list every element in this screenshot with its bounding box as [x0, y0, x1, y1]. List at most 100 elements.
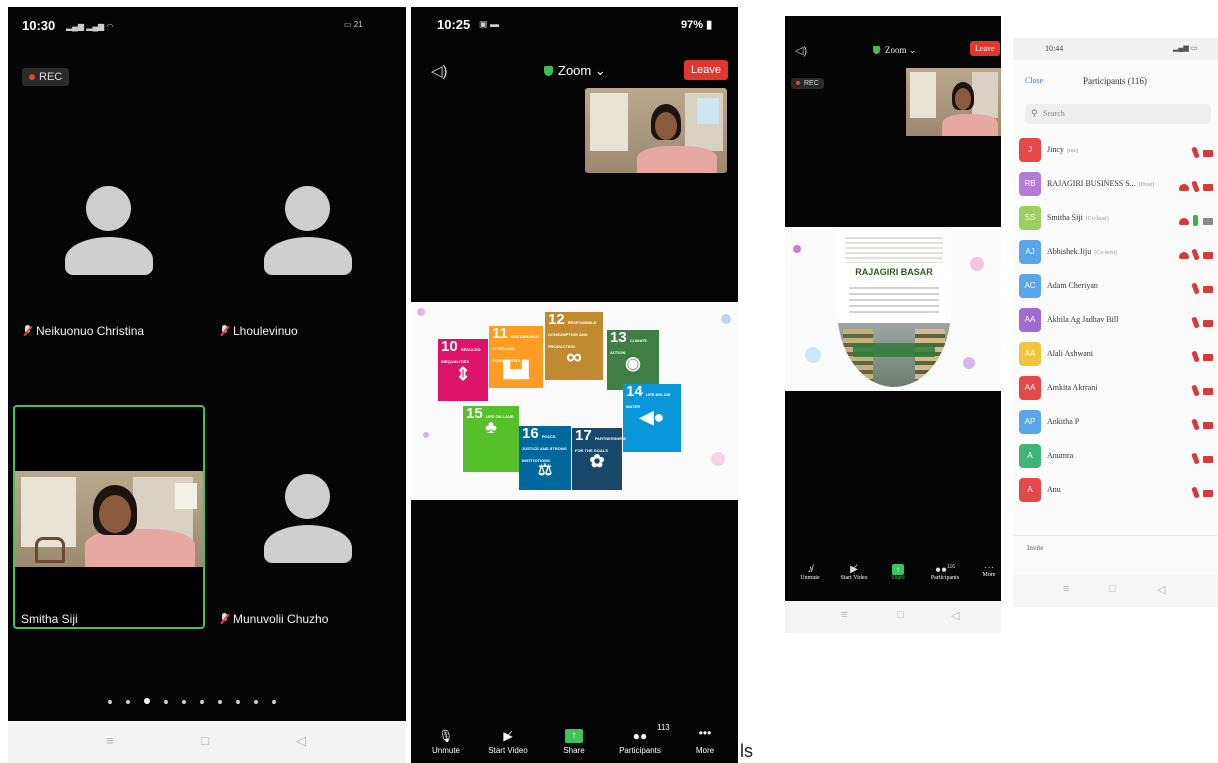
participant-name: Lhoulevinuo	[233, 324, 298, 338]
flower-icon: ✿	[589, 451, 605, 471]
participant-name: Munuvolii Chuzho	[233, 612, 329, 626]
eye-globe-icon: ◉	[625, 353, 641, 373]
self-video-thumbnail[interactable]	[906, 68, 1001, 136]
mic-muted-icon[interactable]	[1191, 282, 1200, 295]
unmute-button[interactable]: ♪̸ Unmute	[793, 564, 827, 581]
participant-video	[15, 471, 203, 567]
page-indicator[interactable]	[101, 691, 283, 709]
page-dot-active[interactable]	[144, 698, 150, 704]
page-dot[interactable]	[236, 700, 240, 704]
search-input[interactable]: ⚲ Search	[1025, 104, 1211, 124]
start-video-button[interactable]: ▶̸ Start Video	[835, 564, 873, 581]
participant-avatar: AJ	[1019, 240, 1041, 264]
mic-on-icon[interactable]	[1193, 215, 1198, 226]
mic-muted-icon[interactable]	[1191, 180, 1200, 193]
page-dot[interactable]	[182, 700, 186, 704]
battery-icon: ▭ 21	[344, 20, 363, 29]
more-icon: •••	[698, 726, 712, 740]
participant-tile-1[interactable]: Neikuonuo Christina	[13, 127, 203, 357]
participants-button[interactable]: ●● 113 Participants	[611, 723, 670, 755]
mic-muted-icon[interactable]	[1191, 350, 1200, 363]
participant-role-tag: (Co-host)	[1094, 250, 1118, 256]
participants-button[interactable]: ●●116 Participants	[923, 564, 967, 581]
invite-button[interactable]: Invite	[1027, 544, 1043, 552]
meeting-info-dropdown[interactable]: Zoom ⌄	[544, 63, 606, 79]
participant-row[interactable]: AA Amkita Akrrani	[1017, 374, 1215, 404]
leave-button[interactable]: Leave	[684, 60, 728, 80]
share-button[interactable]: ↑ Share	[883, 564, 913, 581]
avatar-placeholder-icon	[86, 186, 131, 231]
share-button[interactable]: ↑ Share	[551, 729, 597, 755]
sdg-number: 17	[575, 427, 592, 444]
avatar-body-icon	[264, 525, 352, 563]
back-icon[interactable]: ◁	[296, 733, 306, 749]
participant-avatar: J	[1019, 138, 1041, 162]
mic-muted-icon	[220, 613, 229, 624]
participant-role-tag: (Co-host)	[1085, 216, 1109, 222]
shared-screen-sdg-slide: 10 REDUCED INEQUALITIES ⇕ 11 SUSTAINABLE CI…	[411, 302, 738, 500]
reduced-inequalities-icon: ⇕	[455, 364, 471, 384]
participant-row[interactable]: AJ Abhishek Jiju (Co-host)	[1017, 238, 1215, 268]
recent-apps-icon[interactable]: ≡	[841, 609, 847, 621]
speaker-icon[interactable]: ◁)	[431, 62, 448, 80]
participant-row[interactable]: AA Alali Ashwani	[1017, 340, 1215, 370]
close-button[interactable]: Close	[1025, 76, 1043, 85]
mic-muted-icon[interactable]	[1191, 418, 1200, 431]
self-video-thumbnail[interactable]	[585, 88, 727, 173]
participant-row[interactable]: A Anu	[1017, 476, 1215, 506]
more-button[interactable]: ··· More	[977, 563, 1001, 579]
home-icon[interactable]: □	[1109, 583, 1116, 595]
page-dot[interactable]	[272, 700, 276, 704]
participant-tile-3-active-speaker[interactable]: Smitha Siji	[13, 405, 205, 629]
back-icon[interactable]: ◁	[1157, 583, 1165, 596]
leave-button[interactable]: Leave	[970, 41, 1000, 56]
mic-muted-icon[interactable]	[1191, 452, 1200, 465]
participant-row[interactable]: RB RAJAGIRI BUSINESS S... (Host)	[1017, 170, 1215, 200]
page-dot[interactable]	[218, 700, 222, 704]
participant-row[interactable]: AA Akhila Ag Jadhav Bill	[1017, 306, 1215, 336]
page-dot[interactable]	[126, 700, 130, 704]
mic-muted-icon[interactable]	[1191, 316, 1200, 329]
meeting-info-dropdown[interactable]: Zoom ⌄	[873, 45, 916, 56]
participant-row[interactable]: AC Adam Cheriyan	[1017, 272, 1215, 302]
calendar-on-wall	[175, 483, 197, 509]
mic-muted-icon[interactable]	[1191, 486, 1200, 499]
participant-name: Ankitha P	[1047, 417, 1080, 426]
shield-icon	[873, 46, 880, 54]
more-button[interactable]: ••• More	[685, 726, 725, 755]
rec-badge: REC	[22, 68, 70, 86]
participant-row[interactable]: A Anumra	[1017, 442, 1215, 472]
page-dot[interactable]	[164, 700, 168, 704]
participant-avatar: AA	[1019, 376, 1041, 400]
start-video-button[interactable]: ▶̸ Start Video	[481, 729, 535, 755]
participant-name: Jincy	[1047, 145, 1064, 154]
phone2-share-view: 10:25 ▣ ▬ 97% ▮ ◁) Zoom ⌄ Leave 10 REDUCE…	[411, 7, 738, 763]
sdg-tile-16: 16 PEACE, JUSTICE AND STRONG INSTITUTIONS…	[519, 426, 571, 490]
home-icon[interactable]: □	[201, 733, 209, 748]
participant-name: Adam Cheriyan	[1047, 281, 1098, 290]
recent-apps-icon[interactable]: ≡	[106, 733, 114, 748]
phone3-nav-bar: ≡ □ ◁	[785, 601, 1001, 633]
page-dot[interactable]	[200, 700, 204, 704]
participant-row[interactable]: J Jincy (me)	[1017, 136, 1215, 166]
phone4-participants-list: 10:44 ▂▄▆ ▭ Close Participants (116) ⚲ S…	[1013, 38, 1218, 575]
mic-muted-icon[interactable]	[1191, 384, 1200, 397]
page-dot[interactable]	[108, 700, 112, 704]
home-icon[interactable]: □	[897, 609, 904, 621]
infinity-icon: ∞	[566, 344, 582, 369]
participant-row[interactable]: SS Smitha Siji (Co-host)	[1017, 204, 1215, 234]
recent-apps-icon[interactable]: ≡	[1063, 583, 1069, 595]
search-placeholder: Search	[1043, 109, 1065, 118]
page-dot[interactable]	[254, 700, 258, 704]
participant-tile-4[interactable]: Munuvolii Chuzho	[212, 407, 402, 631]
participant-name: Abhishek Jiju	[1047, 247, 1092, 256]
mic-muted-icon[interactable]	[1191, 248, 1200, 261]
mic-muted-icon[interactable]	[1191, 146, 1200, 159]
participant-tile-2[interactable]: Lhoulevinuo	[212, 127, 402, 357]
participant-row[interactable]: AP Ankitha P	[1017, 408, 1215, 438]
speaker-icon[interactable]: ◁)	[795, 44, 807, 57]
notification-icons: ▣ ▬	[479, 19, 500, 29]
city-icon: ▙▟	[503, 362, 529, 379]
unmute-button[interactable]: 🎙︎ Unmute	[423, 729, 469, 755]
back-icon[interactable]: ◁	[951, 609, 959, 622]
